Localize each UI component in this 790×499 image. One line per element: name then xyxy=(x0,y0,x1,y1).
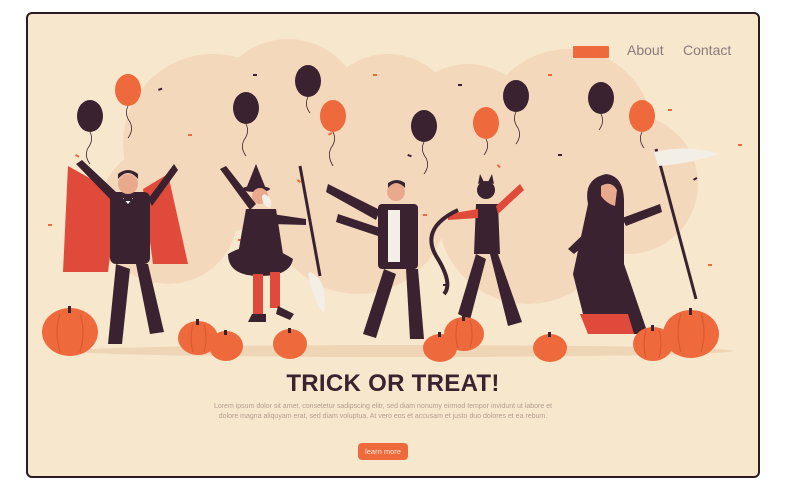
hero-title: TRICK OR TREAT! xyxy=(286,370,500,397)
logo-mark[interactable] xyxy=(573,46,609,58)
nav-link-contact[interactable]: Contact xyxy=(683,42,731,58)
halloween-party-illustration xyxy=(42,39,742,362)
learn-more-button[interactable]: learn more xyxy=(358,443,408,460)
hero-description: Lorem ipsum dolor sit amet, consetetur s… xyxy=(213,403,553,420)
landing-page: About Contact TRICK OR TREAT! Lorem ipsu… xyxy=(26,12,760,478)
nav-link-about[interactable]: About xyxy=(627,42,664,58)
